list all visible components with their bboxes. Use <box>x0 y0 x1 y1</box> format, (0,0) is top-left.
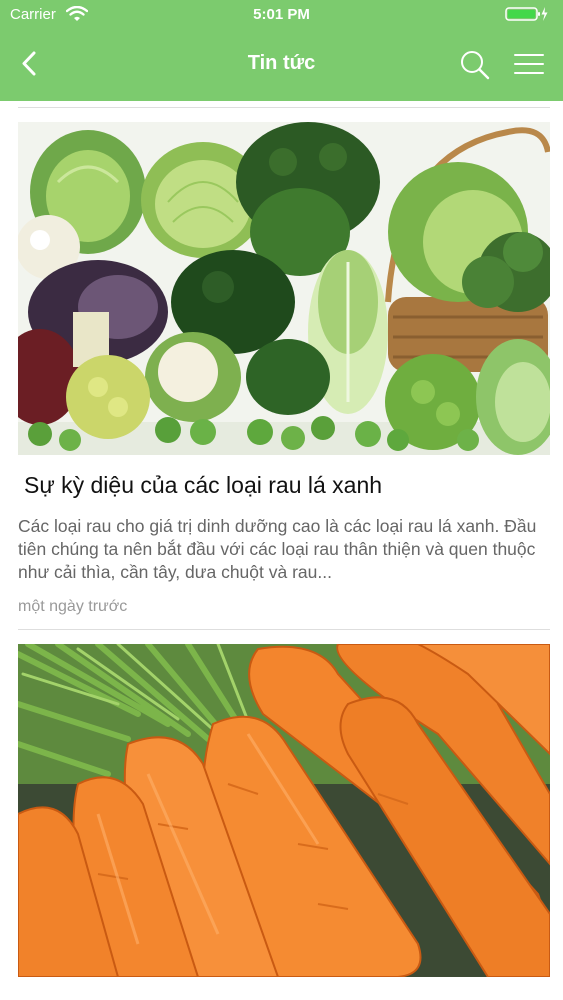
hamburger-menu-icon <box>514 54 544 74</box>
article-timestamp: một ngày trước <box>18 598 128 615</box>
status-bar: Carrier 5:01 PM <box>0 0 563 30</box>
battery-charging-icon <box>505 7 548 21</box>
search-button[interactable] <box>458 48 492 82</box>
search-icon <box>461 51 490 80</box>
menu-button[interactable] <box>512 48 546 82</box>
app-header: Carrier 5:01 PM Tin tức <box>0 0 563 101</box>
nav-bar: Tin tức <box>0 36 563 92</box>
carrots-photo <box>18 644 550 977</box>
article-image <box>18 644 550 977</box>
article-image <box>18 122 550 455</box>
divider <box>18 107 550 108</box>
divider <box>18 629 550 630</box>
article-summary: Các loại rau cho giá trị dinh dưỡng cao … <box>18 516 537 582</box>
leafy-green-vegetables-photo <box>18 122 550 455</box>
article-title: Sự kỳ diệu của các loại rau lá xanh <box>24 472 383 498</box>
status-time: 5:01 PM <box>253 6 310 23</box>
